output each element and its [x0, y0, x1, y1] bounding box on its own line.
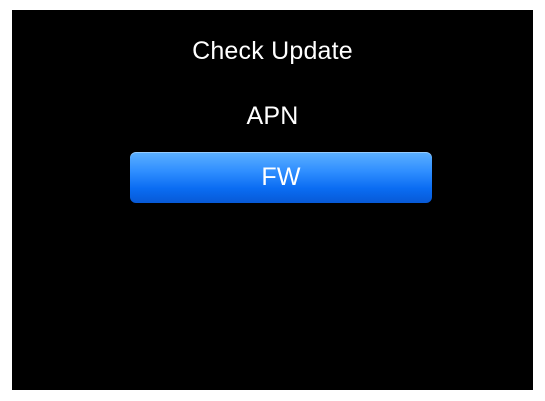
device-frame: Check Update APN FW: [0, 0, 545, 401]
menu-item-check-update[interactable]: Check Update: [12, 28, 533, 74]
device-screen: Check Update APN FW: [12, 10, 533, 390]
menu-item-fw-selected[interactable]: FW: [130, 152, 432, 203]
menu-item-apn[interactable]: APN: [12, 93, 533, 139]
